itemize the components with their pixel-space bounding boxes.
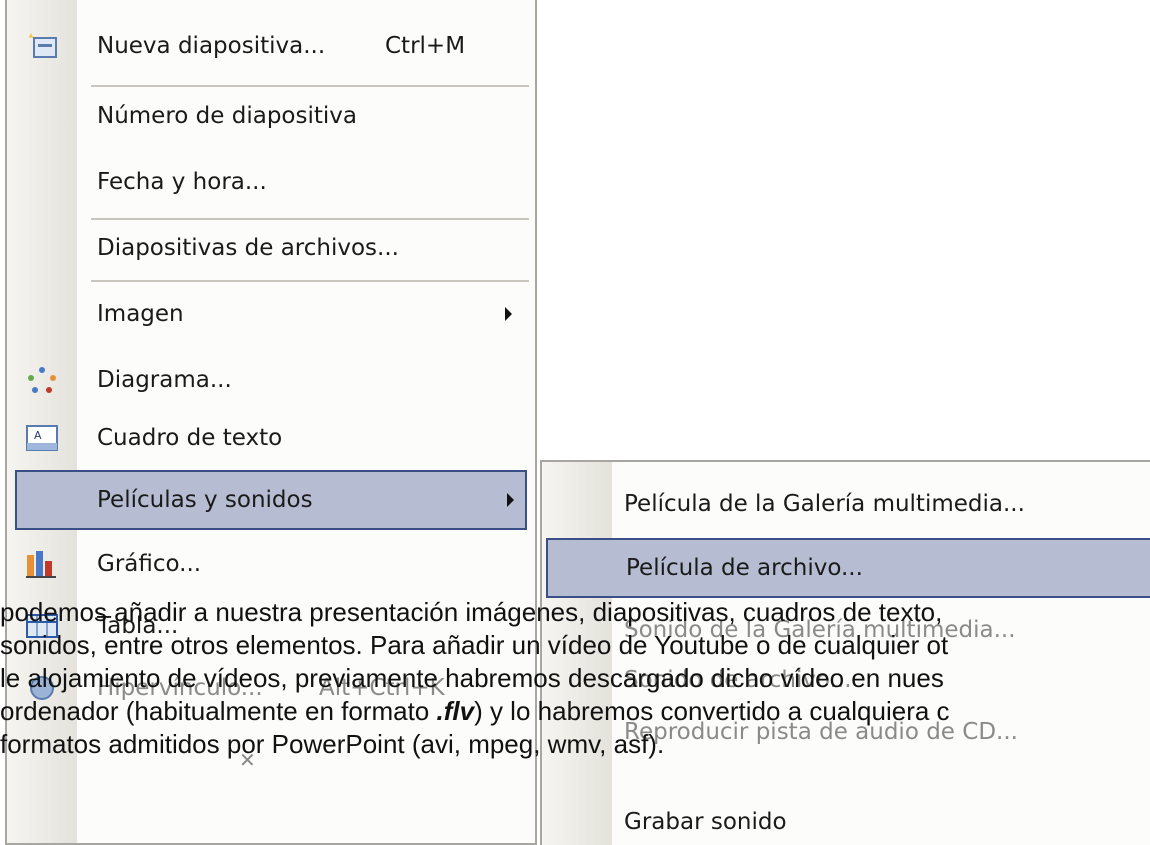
submenu-item-label: Película de la Galería multimedia... xyxy=(624,491,1025,517)
caption-line: formatos admitidos por PowerPoint (avi, … xyxy=(0,729,665,759)
submenu-item-label: Película de archivo... xyxy=(626,555,863,581)
submenu-item-movie-from-file[interactable]: Película de archivo... xyxy=(546,538,1150,598)
menu-item-slides-from-files[interactable]: Diapositivas de archivos... xyxy=(7,218,535,278)
caption-text-part: ) y lo habremos convertido a cualquiera … xyxy=(474,696,950,726)
submenu-item-gallery-movie[interactable]: Película de la Galería multimedia... xyxy=(542,474,1150,534)
menu-item-label: Diapositivas de archivos... xyxy=(97,235,399,261)
menu-item-shortcut: Ctrl+M xyxy=(385,33,466,59)
menu-item-movies-sounds[interactable]: Películas y sonidos xyxy=(15,470,527,530)
menu-item-label: Fecha y hora... xyxy=(97,169,267,195)
new-slide-icon xyxy=(28,33,57,58)
svg-text:A: A xyxy=(34,429,42,442)
menu-item-text-box[interactable]: A Cuadro de texto xyxy=(7,408,535,468)
caption-line: podemos añadir a nuestra presentación im… xyxy=(0,597,943,627)
submenu-arrow-icon xyxy=(507,493,514,507)
menu-item-label: Imagen xyxy=(97,301,184,327)
menu-item-diagram[interactable]: Diagrama... xyxy=(7,350,535,410)
caption-line: sonidos, entre otros elementos. Para aña… xyxy=(0,630,949,660)
menu-item-date-time[interactable]: Fecha y hora... xyxy=(7,152,535,212)
menu-item-label: Películas y sonidos xyxy=(97,487,313,513)
caption-emphasis: .flv xyxy=(436,696,475,726)
menu-item-label: Nueva diapositiva... xyxy=(97,33,326,59)
submenu-item-label: Grabar sonido xyxy=(624,809,787,835)
caption-text-part: ordenador (habitualmente en formato xyxy=(0,696,437,726)
caption-line: le alojamiento de vídeos, previamente ha… xyxy=(0,663,944,693)
menu-item-slide-number[interactable]: Número de diapositiva xyxy=(7,86,535,146)
menu-item-new-slide[interactable]: Nueva diapositiva... Ctrl+M xyxy=(7,16,535,76)
submenu-item-record-sound[interactable]: Grabar sonido xyxy=(542,792,1150,845)
submenu-arrow-icon xyxy=(505,307,512,321)
menu-item-label: Número de diapositiva xyxy=(97,103,357,129)
menu-item-label: Diagrama... xyxy=(97,367,232,393)
caption-line: ordenador (habitualmente en formato .flv… xyxy=(0,695,950,728)
chart-icon xyxy=(26,551,56,578)
menu-separator xyxy=(91,280,529,282)
menu-item-chart[interactable]: Gráfico... xyxy=(7,534,535,594)
text-box-icon: A xyxy=(26,425,58,451)
menu-item-picture[interactable]: Imagen xyxy=(7,284,535,344)
diagram-icon xyxy=(28,367,56,393)
menu-item-label: Cuadro de texto xyxy=(97,425,283,451)
menu-item-label: Gráfico... xyxy=(97,551,202,577)
